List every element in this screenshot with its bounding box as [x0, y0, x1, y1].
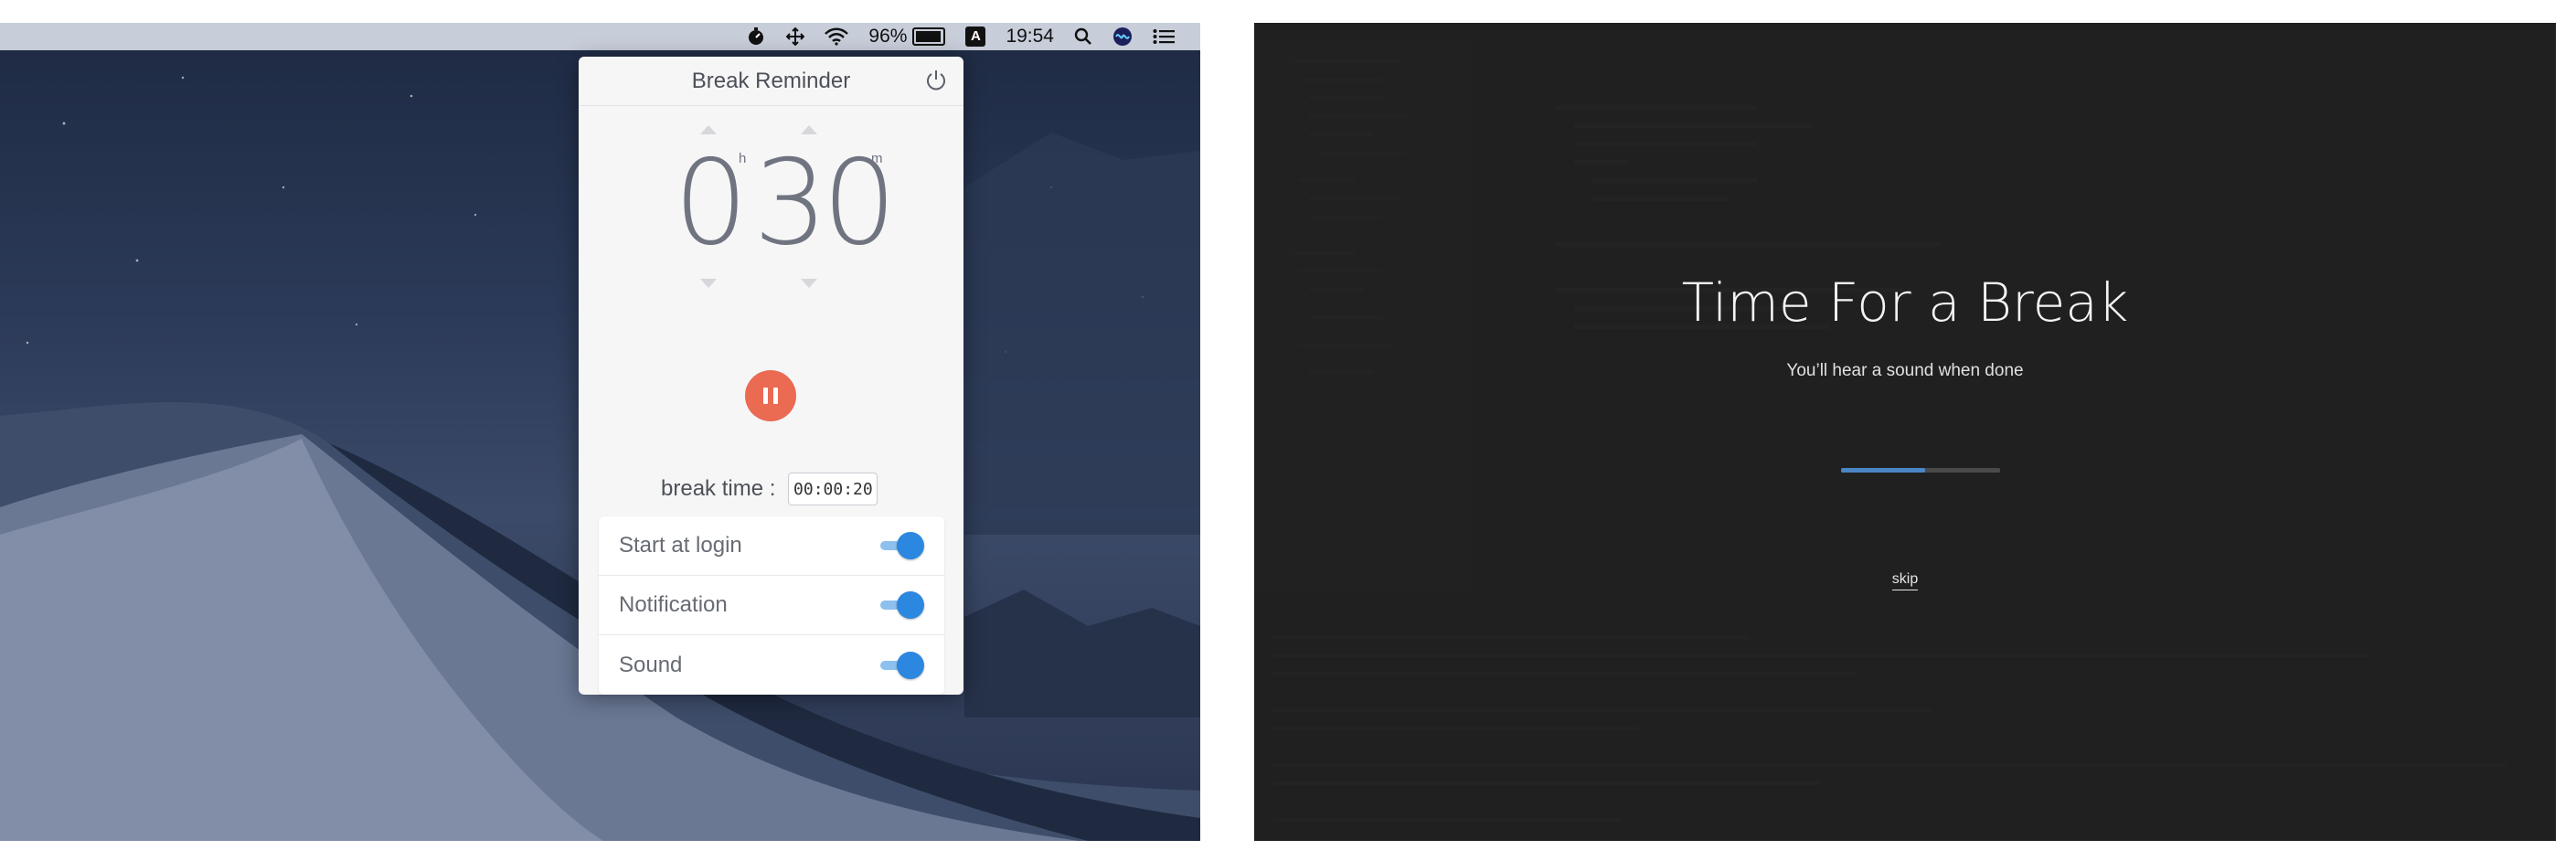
break-subtitle: You’ll hear a sound when done [1786, 361, 2024, 380]
skip-container: skip [1254, 571, 2556, 590]
siri-icon [1113, 27, 1132, 46]
setting-label: Sound [619, 652, 683, 677]
break-reminder-popover: Break Reminder 0 h 30 m break time : 00:… [579, 57, 963, 695]
setting-notification[interactable]: Notification [599, 576, 944, 635]
move-icon [786, 27, 805, 46]
pause-button[interactable] [745, 370, 796, 421]
stopwatch-icon [749, 27, 764, 45]
hours-value[interactable]: 0 [674, 145, 748, 262]
notification-center-menu-icon[interactable] [1153, 28, 1175, 45]
battery-menu-item[interactable]: 96% [868, 25, 946, 48]
wifi-icon [825, 27, 849, 46]
menu-bar: 96% A 19:54 [0, 23, 1200, 50]
break-title: Time For a Break [1681, 271, 2129, 334]
setting-start-at-login[interactable]: Start at login [599, 516, 944, 576]
search-icon [1074, 27, 1091, 45]
skip-link[interactable]: skip [1891, 571, 1919, 590]
power-icon[interactable] [923, 68, 949, 93]
break-time-input[interactable]: 00:00:20 [788, 473, 878, 505]
break-progress-bar [1841, 468, 2000, 473]
keyboard-input-icon: A [965, 26, 986, 47]
popover-header: Break Reminder [579, 57, 963, 106]
hours-decrease-arrow[interactable] [700, 279, 717, 288]
notification-toggle[interactable] [880, 591, 924, 619]
break-progress-fill [1841, 468, 1926, 473]
popover-title: Break Reminder [691, 68, 851, 93]
minutes-unit: m [871, 151, 883, 166]
setting-label: Start at login [619, 533, 742, 558]
wifi-menu-icon[interactable] [825, 27, 849, 46]
minutes-increase-arrow[interactable] [801, 125, 817, 134]
break-overlay-screen: Time For a Break You’ll hear a sound whe… [1254, 23, 2556, 841]
macos-desktop: 96% A 19:54 Break Reminder 0 h 30 m brea… [0, 23, 1200, 841]
start-at-login-toggle[interactable] [880, 532, 924, 559]
move-menu-icon[interactable] [786, 27, 805, 46]
setting-label: Notification [619, 592, 728, 617]
siri-menu-icon[interactable] [1112, 27, 1133, 47]
list-icon [1153, 28, 1175, 44]
setting-sound[interactable]: Sound [599, 635, 944, 695]
battery-icon [912, 27, 946, 46]
spotlight-menu-icon[interactable] [1074, 27, 1092, 46]
overlay-dim [1254, 23, 2556, 841]
pause-icon [763, 388, 768, 404]
break-time-row: break time : 00:00:20 [661, 473, 878, 505]
hours-unit: h [739, 151, 747, 166]
settings-list: Start at login Notification Sound [599, 516, 944, 695]
menubar-clock[interactable]: 19:54 [1006, 26, 1054, 48]
keyboard-input-menu-item[interactable]: A [965, 26, 986, 47]
hours-increase-arrow[interactable] [700, 125, 717, 134]
sound-toggle[interactable] [880, 651, 924, 679]
break-reminder-menu-icon[interactable] [746, 27, 766, 47]
timer-display: 0 h 30 m [579, 125, 963, 290]
battery-percent: 96% [868, 25, 908, 47]
minutes-decrease-arrow[interactable] [801, 279, 817, 288]
break-time-label: break time : [661, 476, 776, 501]
